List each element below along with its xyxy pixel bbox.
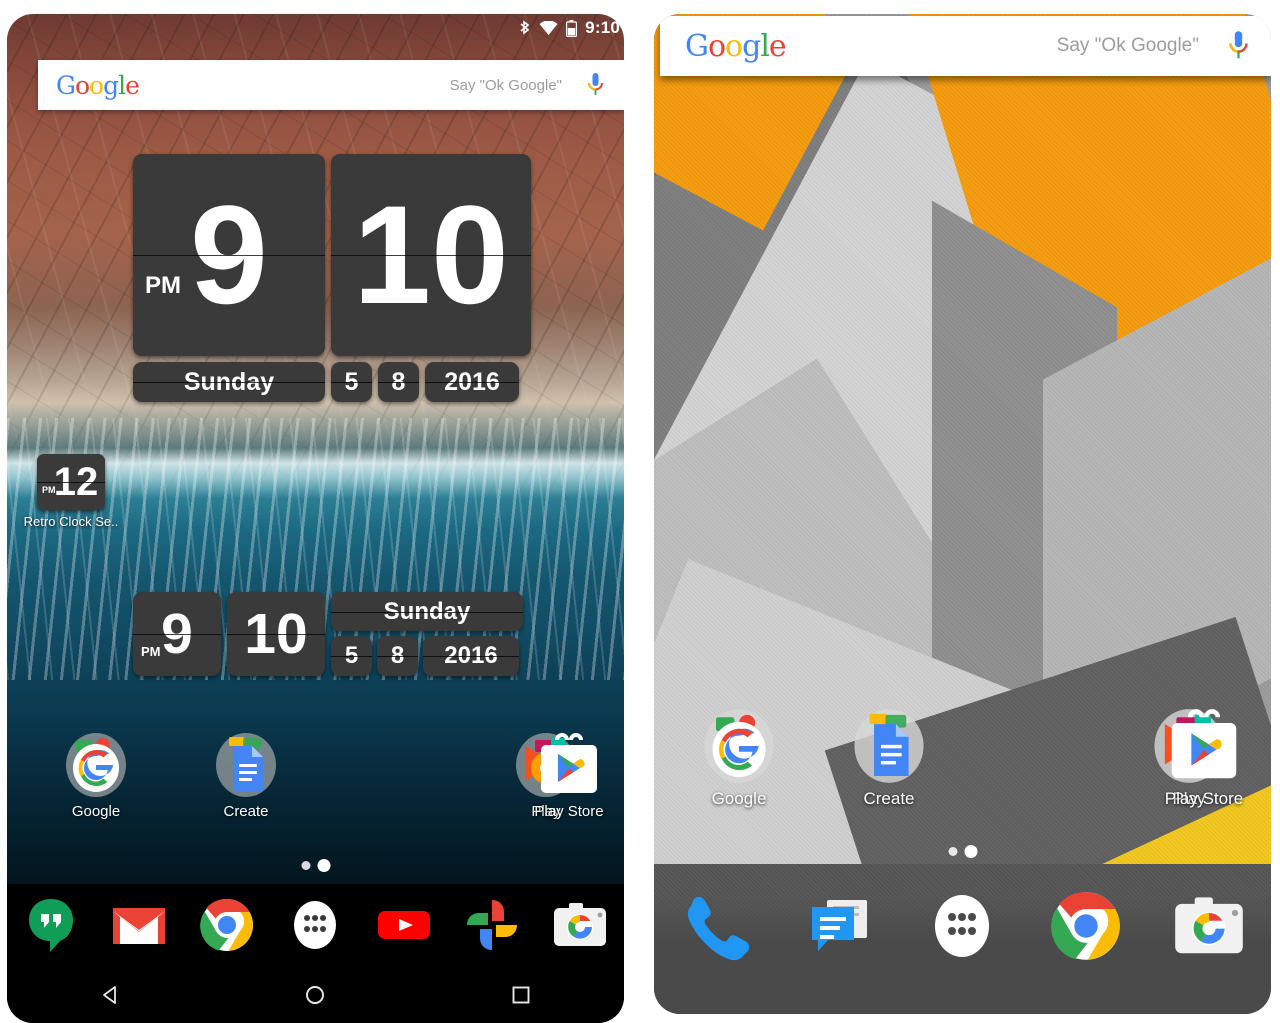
clock-ampm: PM — [145, 272, 181, 299]
right-wallpaper — [654, 14, 1271, 1014]
clock-month-card: 5 — [331, 362, 372, 402]
clock-hour-card: 9 PM — [133, 592, 221, 676]
hangouts-icon[interactable] — [21, 895, 81, 955]
clock-day-card: 8 — [377, 636, 418, 676]
home-app-row: Google Create Play Play Store — [664, 708, 1264, 809]
search-placeholder: Say "Ok Google" — [1056, 35, 1199, 56]
navigation-bar — [7, 967, 624, 1023]
clock-hour-card: 9 PM — [133, 154, 325, 356]
status-bar-time: 9:10 — [585, 18, 620, 37]
app-play-store[interactable]: Play Store — [1134, 708, 1271, 809]
app-create[interactable]: Create — [171, 732, 321, 820]
retro-clock-mini-icon: PM 12 — [37, 454, 105, 510]
app-label: Create — [863, 789, 915, 808]
google-photos-icon[interactable] — [462, 895, 522, 955]
left-phone-screen: 9:10 Google Say "Ok Google" 9 PM 10 Sund… — [7, 14, 624, 1023]
microphone-icon[interactable] — [1221, 30, 1255, 62]
clock-month: 5 — [344, 642, 359, 669]
app-label: Google — [71, 803, 121, 820]
microphone-icon[interactable] — [578, 72, 612, 98]
gmail-icon[interactable] — [109, 895, 169, 955]
clock-month: 5 — [344, 367, 359, 396]
wifi-icon — [539, 20, 558, 35]
clock-minute: 10 — [353, 176, 509, 333]
google-logo: Google — [685, 28, 787, 64]
home-icon[interactable] — [298, 978, 332, 1012]
clock-day-card: 8 — [378, 362, 419, 402]
dock — [7, 884, 624, 966]
camera-icon[interactable] — [550, 895, 610, 955]
app-play-store[interactable]: Play Store — [509, 732, 624, 820]
clock-minute-card: 10 — [227, 592, 325, 676]
clock-hour: 9 — [161, 601, 193, 666]
google-docs-icon — [213, 732, 279, 798]
clock-year-card: 2016 — [423, 636, 519, 676]
home-app-row: Google Create Play Play Store — [21, 732, 621, 820]
flip-clock-widget-compact[interactable]: 9 PM 10 Sunday 5 8 2016 — [133, 592, 523, 676]
google-docs-icon — [851, 708, 927, 784]
clock-weekday: Sunday — [383, 597, 471, 625]
page-dot — [301, 861, 310, 870]
google-folder-icon — [63, 732, 129, 798]
retro-clock-app-label: Retro Clock Se.. — [23, 514, 119, 529]
dock — [654, 876, 1271, 976]
app-empty-slot — [321, 732, 471, 820]
clock-month-card: 5 — [331, 636, 372, 676]
battery-icon — [566, 19, 578, 37]
clock-year: 2016 — [444, 367, 500, 396]
chrome-icon[interactable] — [197, 895, 257, 955]
retro-clock-ampm: PM — [42, 485, 56, 495]
bluetooth-icon — [520, 19, 530, 35]
status-bar: 9:10 — [7, 14, 624, 42]
clock-day: 8 — [391, 367, 406, 396]
search-placeholder: Say "Ok Google" — [449, 76, 562, 94]
retro-clock-hour: 12 — [53, 460, 99, 504]
app-empty-slot — [964, 708, 1114, 809]
clock-year: 2016 — [444, 642, 498, 669]
clock-date-stack: Sunday 5 8 2016 — [331, 592, 523, 676]
play-store-icon — [536, 732, 602, 798]
clock-minute: 10 — [244, 601, 308, 666]
recents-icon[interactable] — [504, 978, 538, 1012]
clock-hour: 9 — [190, 176, 268, 333]
page-dot-active — [317, 859, 330, 872]
app-google[interactable]: Google — [21, 732, 171, 820]
clock-weekday-card: Sunday — [133, 362, 325, 402]
flip-clock-widget-large[interactable]: 9 PM 10 Sunday 5 8 2016 — [133, 154, 531, 402]
app-drawer-icon[interactable] — [923, 887, 1001, 965]
app-label: Play Store — [534, 803, 604, 820]
app-label: Google — [711, 789, 767, 808]
app-drawer-icon[interactable] — [285, 895, 345, 955]
google-search-bar[interactable]: Google Say "Ok Google" — [38, 60, 624, 110]
right-phone-screen: Google Say "Ok Google" 8 PM 43 — [654, 14, 1271, 1014]
camera-icon[interactable] — [1170, 887, 1248, 965]
app-google[interactable]: Google — [664, 708, 814, 809]
clock-date-row: Sunday 5 8 2016 — [133, 362, 531, 402]
clock-weekday-card: Sunday — [331, 592, 523, 631]
google-folder-icon — [701, 708, 777, 784]
google-logo: Google — [56, 70, 140, 100]
chrome-icon[interactable] — [1047, 887, 1125, 965]
phone-icon[interactable] — [677, 887, 755, 965]
page-dot-active — [964, 845, 977, 858]
clock-weekday: Sunday — [183, 367, 275, 396]
app-create[interactable]: Create — [814, 708, 964, 809]
messages-icon[interactable] — [800, 887, 878, 965]
back-icon[interactable] — [93, 978, 127, 1012]
clock-ampm: PM — [141, 644, 161, 659]
google-search-bar[interactable]: Google Say "Ok Google" — [660, 16, 1271, 76]
youtube-icon[interactable] — [374, 895, 434, 955]
clock-year-card: 2016 — [425, 362, 519, 402]
app-label: Create — [223, 803, 269, 820]
screenshot-canvas: 9:10 Google Say "Ok Google" 9 PM 10 Sund… — [0, 0, 1280, 1023]
clock-day: 8 — [390, 642, 405, 669]
retro-clock-app-icon[interactable]: PM 12 Retro Clock Se.. — [23, 454, 119, 529]
page-indicator-dots[interactable] — [948, 845, 977, 858]
app-label: Play Store — [1164, 789, 1244, 808]
page-dot — [948, 847, 957, 856]
clock-minute-card: 10 — [331, 154, 531, 356]
play-store-icon — [1166, 708, 1242, 784]
page-indicator-dots[interactable] — [301, 859, 330, 872]
